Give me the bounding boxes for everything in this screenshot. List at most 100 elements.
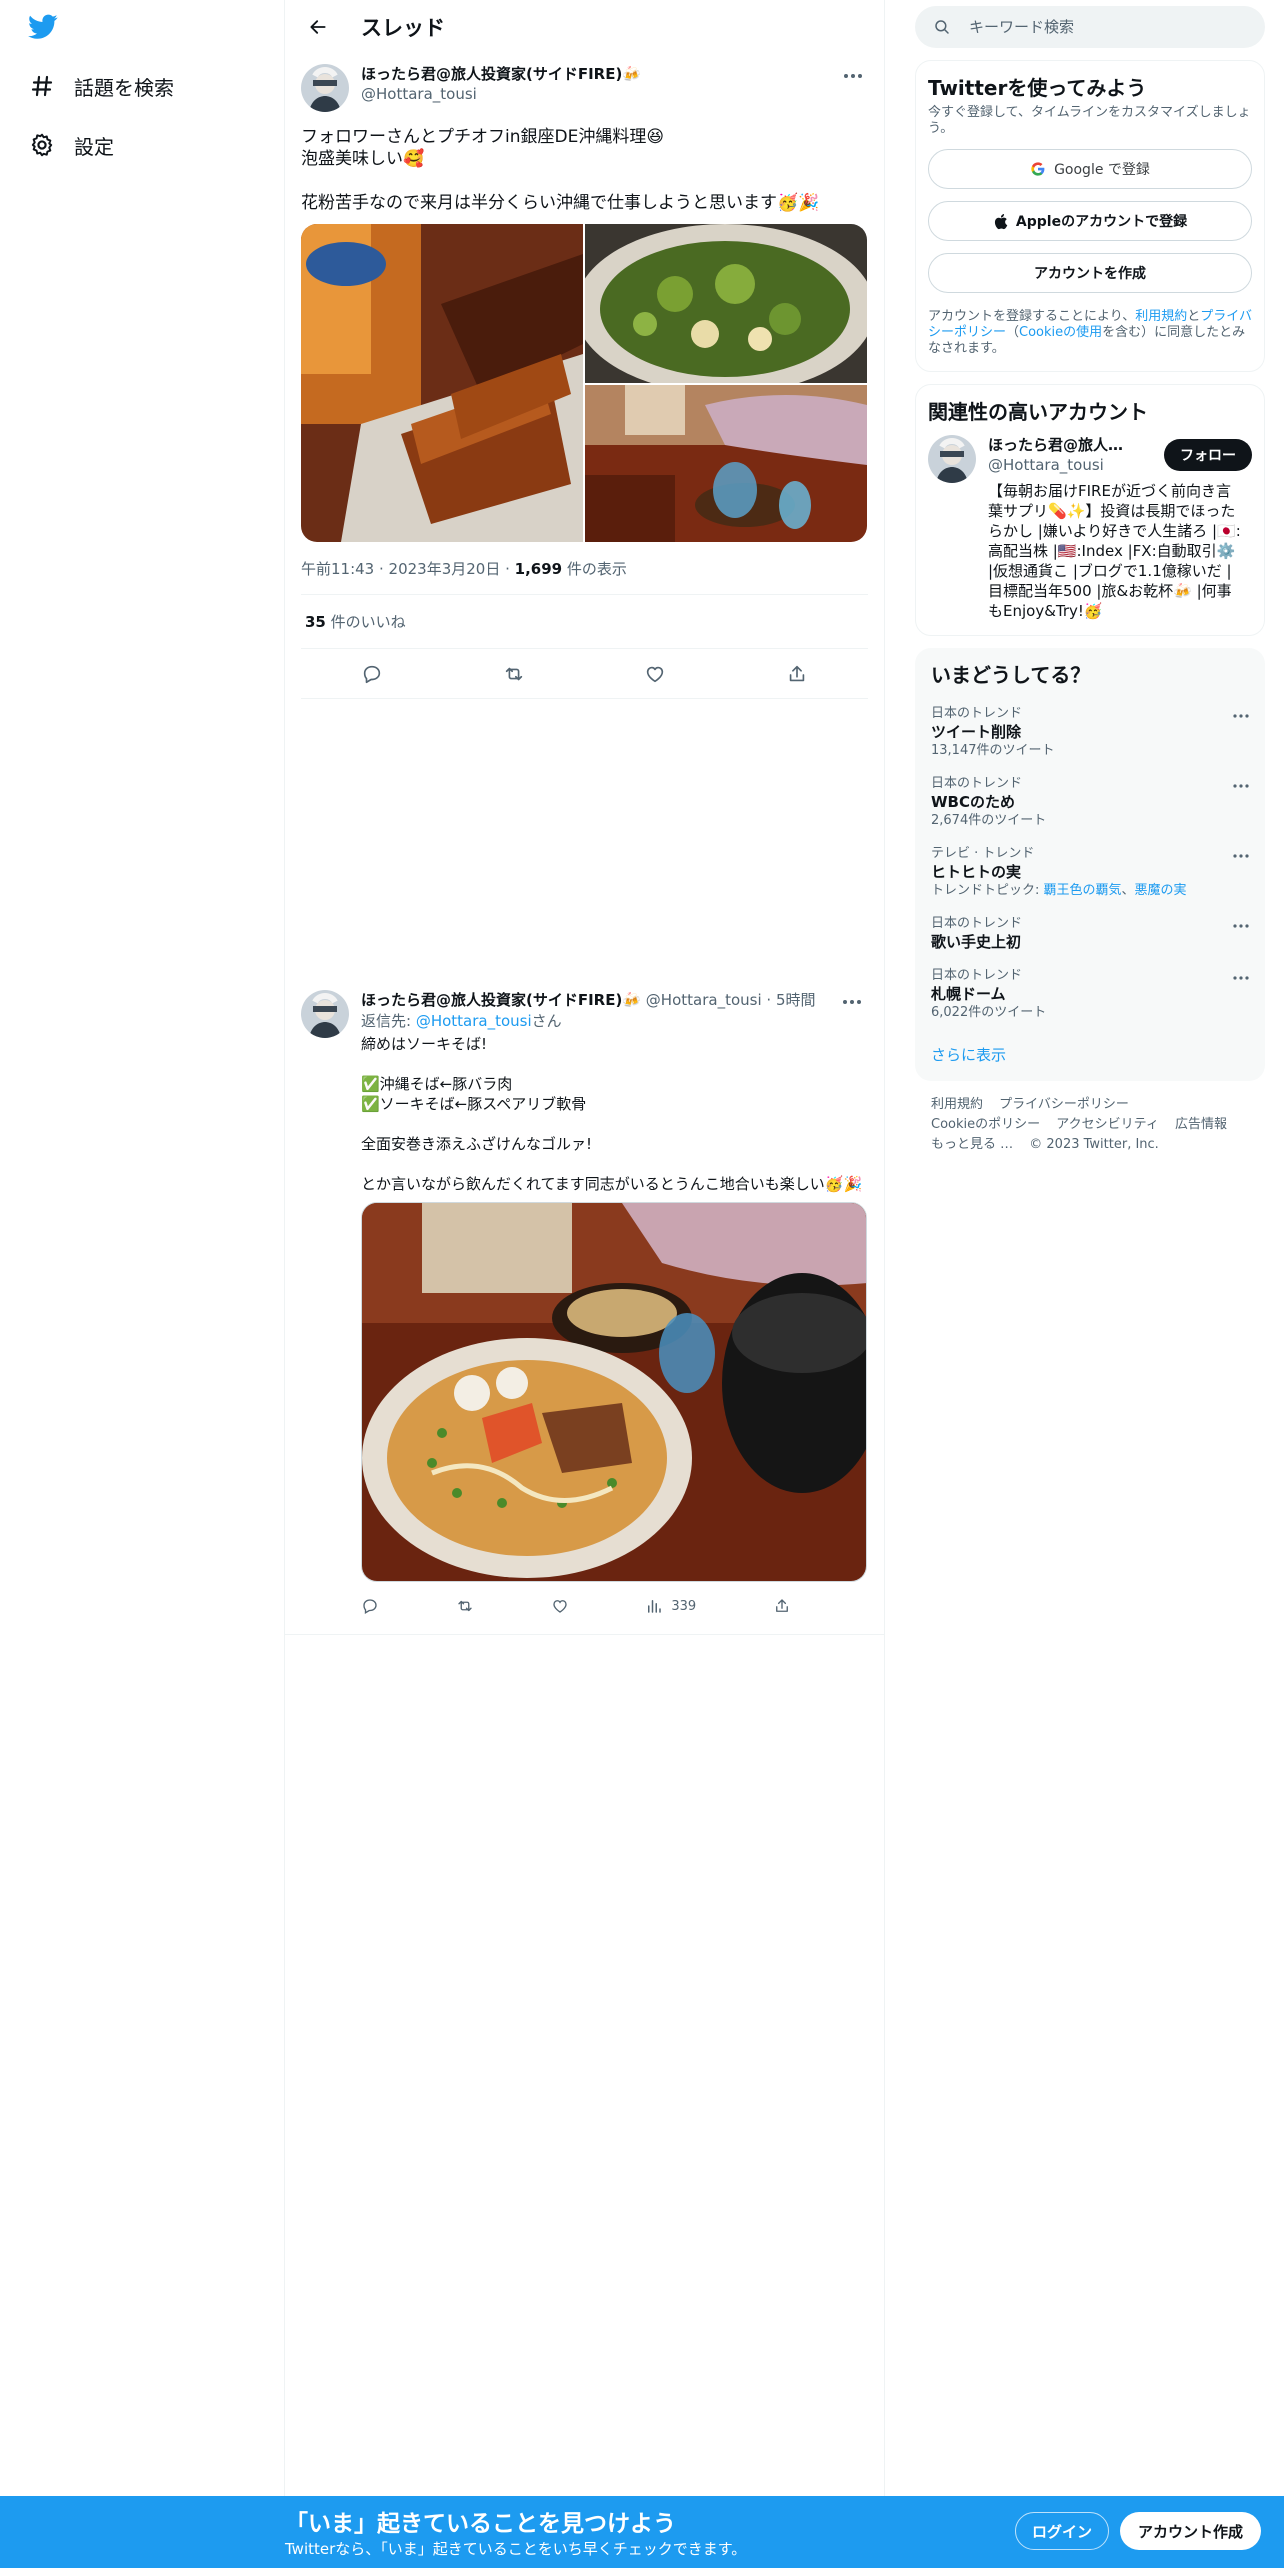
trend-more-button[interactable]	[1229, 916, 1253, 936]
follow-button[interactable]: フォロー	[1164, 439, 1252, 471]
main-column: スレッド ほったら君@旅人投資家(サイドFIRE)🍻 @Hottara_tous…	[285, 0, 885, 2568]
banner-title: 「いま」起きていることを見つけよう	[285, 2511, 676, 2537]
trend-topic-link[interactable]: 悪魔の実	[1135, 883, 1187, 898]
trend-item[interactable]: 日本のトレンド ツイート削除 13,147件のツイート	[915, 698, 1265, 768]
trend-more-button[interactable]	[1229, 968, 1253, 988]
trend-topic-link[interactable]: 覇王色の覇気	[1044, 883, 1122, 898]
author-display-name[interactable]: ほったら君@旅人投資家(サイドFIRE)🍻	[361, 64, 641, 84]
reply-avatar[interactable]	[301, 990, 349, 1038]
more-dots-icon	[843, 1000, 861, 1004]
reply-text: 締めはソーキそば! ✅沖縄そば←豚バラ肉 ✅ソーキそば←豚スペアリブ軟骨 全面安…	[361, 1035, 863, 1193]
reply-tweet[interactable]: ほったら君@旅人投資家(サイドFIRE)🍻 @Hottara_tousi · 5…	[285, 990, 885, 1622]
terms-link[interactable]: 利用規約	[1135, 309, 1187, 324]
trend-item[interactable]: 日本のトレンド WBCのため 2,674件のツイート	[915, 768, 1265, 838]
divider	[285, 1634, 885, 1635]
reply-more-button[interactable]	[837, 990, 867, 1014]
tweet-photo-table[interactable]	[585, 385, 867, 542]
show-more-link[interactable]: さらに表示	[915, 1030, 1265, 1069]
reply-reply-button[interactable]	[361, 1597, 379, 1615]
like-button[interactable]	[636, 655, 674, 693]
apple-signup-button[interactable]: Appleのアカウントで登録	[928, 201, 1252, 241]
footer-link-more[interactable]: もっと見る …	[931, 1137, 1013, 1152]
trend-more-button[interactable]	[1229, 706, 1253, 726]
search-box[interactable]	[915, 6, 1265, 48]
reply-handle[interactable]: @Hottara_tousi	[646, 991, 762, 1009]
create-account-label: アカウントを作成	[1034, 266, 1146, 282]
replying-to: 返信先: @Hottara_tousiさん	[361, 1010, 867, 1032]
google-icon	[1030, 161, 1046, 177]
reply-display-name[interactable]: ほったら君@旅人投資家(サイドFIRE)🍻	[361, 991, 641, 1009]
reply-view-count: 339	[671, 1598, 697, 1614]
bar-chart-icon	[648, 1600, 662, 1613]
related-title: 関連性の高いアカウント	[928, 400, 1148, 424]
hashtag-icon	[28, 72, 56, 100]
footer-link-accessibility[interactable]: アクセシビリティ	[1056, 1117, 1159, 1132]
trend-context: 日本のトレンド	[931, 968, 1023, 983]
reply-time[interactable]: 5時間	[776, 991, 816, 1009]
share-button[interactable]	[778, 655, 816, 693]
login-button[interactable]: ログイン	[1015, 2512, 1110, 2550]
trend-name: 歌い手史上初	[931, 933, 1022, 951]
right-sidebar: Twitterを使ってみよう 今すぐ登録して、タイムラインをカスタマイズしましょ…	[915, 0, 1265, 1169]
nav-settings[interactable]: 設定	[28, 125, 114, 165]
footer-link-ads[interactable]: 広告情報	[1175, 1117, 1227, 1132]
more-dots-icon	[1233, 976, 1249, 980]
back-button[interactable]	[301, 10, 335, 44]
tweet-time[interactable]: 午前11:43	[301, 560, 374, 578]
trend-name: 札幌ドーム	[931, 985, 1006, 1003]
trend-count: 13,147件のツイート	[931, 743, 1055, 758]
retweet-button[interactable]	[495, 655, 533, 693]
reply-button[interactable]	[353, 655, 391, 693]
nav-explore[interactable]: 話題を検索	[28, 66, 174, 106]
reply-share-button[interactable]	[773, 1597, 791, 1615]
thread-header: スレッド	[285, 0, 884, 54]
more-dots-icon	[844, 74, 862, 78]
reply-like-button[interactable]	[551, 1597, 569, 1615]
trend-more-button[interactable]	[1229, 776, 1253, 796]
reply-retweet-button[interactable]	[456, 1597, 474, 1615]
retweet-icon	[458, 1600, 472, 1612]
tweet-photo-goya-champuru[interactable]	[575, 224, 867, 394]
google-signup-button[interactable]: Google で登録	[928, 149, 1252, 189]
footer-links: 利用規約 プライバシーポリシー Cookieのポリシー アクセシビリティ 広告情…	[915, 1081, 1265, 1169]
more-dots-icon	[1233, 714, 1249, 718]
footer-link-privacy[interactable]: プライバシーポリシー	[999, 1097, 1129, 1112]
signup-button[interactable]: アカウント作成	[1120, 2512, 1262, 2550]
twitter-logo-icon[interactable]	[28, 14, 60, 42]
cookie-link[interactable]: Cookieの使用	[1019, 325, 1102, 340]
trend-item[interactable]: テレビ · トレンド ヒトヒトの実 トレンドトピック: 覇王色の覇気、悪魔の実	[915, 838, 1265, 908]
trend-item[interactable]: 日本のトレンド 札幌ドーム 6,022件のツイート	[915, 960, 1265, 1030]
tweet-likes[interactable]: 35 件のいいね	[301, 595, 868, 649]
related-name[interactable]: ほったら君@旅人投...	[988, 435, 1138, 455]
trend-item[interactable]: 日本のトレンド 歌い手史上初	[915, 908, 1265, 960]
footer-link-cookie[interactable]: Cookieのポリシー	[931, 1117, 1040, 1132]
trend-topics: トレンドトピック: 覇王色の覇気、悪魔の実	[931, 882, 1249, 900]
reply-icon	[363, 665, 381, 683]
reply-photo-soki-soba[interactable]	[361, 1202, 867, 1582]
author-handle[interactable]: @Hottara_tousi	[361, 84, 641, 104]
gear-icon	[28, 131, 56, 159]
tweet-photo-pork-belly[interactable]	[301, 224, 583, 542]
main-tweet: ほったら君@旅人投資家(サイドFIRE)🍻 @Hottara_tousi フォロ…	[285, 54, 884, 699]
tweet-media	[301, 224, 867, 542]
footer-link-terms[interactable]: 利用規約	[931, 1097, 983, 1112]
create-account-button[interactable]: アカウントを作成	[928, 253, 1252, 293]
trend-more-button[interactable]	[1229, 846, 1253, 866]
more-options-button[interactable]	[838, 64, 868, 88]
related-avatar[interactable]	[928, 435, 976, 483]
reply-views-button[interactable]: 339	[645, 1597, 696, 1615]
replying-suffix: さん	[531, 1012, 562, 1030]
search-input[interactable]	[969, 18, 1229, 36]
legal-text-3: （	[1006, 325, 1020, 340]
legal-text-2: と	[1187, 309, 1201, 324]
replying-to-link[interactable]: @Hottara_tousi	[416, 1012, 532, 1030]
copyright: © 2023 Twitter, Inc.	[1029, 1137, 1159, 1152]
related-account[interactable]: ほったら君@旅人投... @Hottara_tousi 【毎朝お届けFIREが近…	[928, 435, 1252, 621]
trend-name: ツイート削除	[931, 723, 1022, 741]
tweet-date[interactable]: 2023年3月20日	[389, 560, 501, 578]
signup-title: Twitterを使ってみよう	[928, 76, 1147, 100]
trends-card: いまどうしてる？ 日本のトレンド ツイート削除 13,147件のツイート 日本の…	[915, 648, 1265, 1081]
tweet-view-label: 件の表示	[562, 560, 627, 578]
avatar[interactable]	[301, 64, 349, 112]
trend-count: 6,022件のツイート	[931, 1005, 1047, 1020]
